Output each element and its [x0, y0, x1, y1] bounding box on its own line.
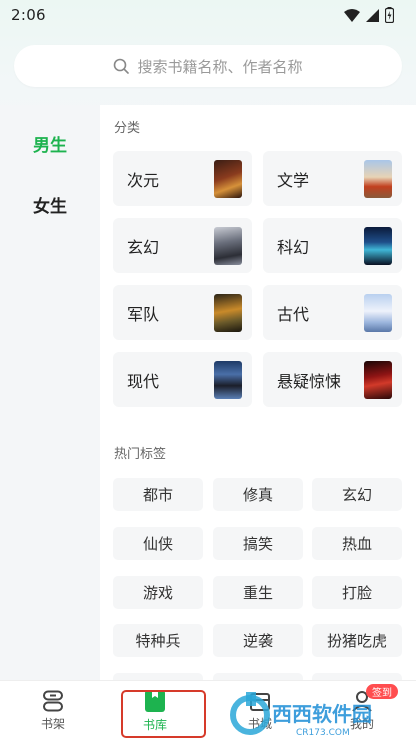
- sidebar-item-female[interactable]: 女生: [0, 184, 100, 224]
- tag-item[interactable]: 热血: [312, 527, 402, 560]
- tag-item[interactable]: 都市: [113, 478, 203, 511]
- search-icon: [114, 58, 130, 74]
- status-time: 2:06: [11, 6, 46, 24]
- book-cover-image: [214, 159, 242, 198]
- book-cover-image: [214, 360, 242, 399]
- category-card-jundui[interactable]: 军队: [113, 285, 252, 340]
- category-card-xiandai[interactable]: 现代: [113, 352, 252, 407]
- category-label: 科幻: [277, 237, 310, 257]
- book-cover-image: [214, 226, 242, 265]
- status-icons: [344, 7, 394, 23]
- book-cover-image: [364, 159, 392, 198]
- category-label: 玄幻: [127, 237, 160, 257]
- checkin-badge[interactable]: 签到: [366, 684, 398, 699]
- category-content: 分类 次元 文学 玄幻 科幻 军队 古代 现代 悬疑惊悚 热门标签 都市 修真 …: [100, 105, 416, 680]
- category-card-wenxue[interactable]: 文学: [263, 151, 402, 206]
- category-card-gudai[interactable]: 古代: [263, 285, 402, 340]
- category-card-ciyuan[interactable]: 次元: [113, 151, 252, 206]
- categories-title: 分类: [114, 121, 141, 136]
- store-icon: [250, 693, 270, 711]
- tag-item-partial[interactable]: [213, 673, 303, 680]
- signal-icon: [366, 8, 379, 22]
- tag-item-partial[interactable]: [312, 673, 402, 680]
- bottom-nav: 书架 书库 书城 我的: [0, 680, 416, 740]
- tag-item[interactable]: 打脸: [312, 576, 402, 609]
- tag-item[interactable]: 搞笑: [213, 527, 303, 560]
- category-label: 古代: [277, 304, 310, 324]
- tag-item[interactable]: 游戏: [113, 576, 203, 609]
- search-bar[interactable]: 搜索书籍名称、作者名称: [14, 45, 402, 87]
- category-label: 悬疑惊悚: [277, 371, 342, 391]
- book-cover-image: [364, 226, 392, 265]
- nav-bookshelf[interactable]: 书架: [13, 681, 93, 740]
- status-bar: 2:06: [0, 0, 416, 30]
- tag-item[interactable]: 扮猪吃虎: [312, 624, 402, 657]
- nav-label: 书架: [40, 717, 65, 731]
- category-label: 军队: [127, 304, 160, 324]
- category-card-xuanhuan[interactable]: 玄幻: [113, 218, 252, 273]
- category-label: 次元: [127, 170, 160, 190]
- tag-item[interactable]: 修真: [213, 478, 303, 511]
- nav-label: 书城: [247, 717, 272, 731]
- tag-item[interactable]: 特种兵: [113, 624, 203, 657]
- tag-item[interactable]: 仙侠: [113, 527, 203, 560]
- nav-label: 我的: [349, 717, 374, 731]
- library-highlight-box: [121, 690, 206, 738]
- gender-sidebar: 男生 女生: [0, 105, 100, 680]
- hot-tags-title: 热门标签: [114, 447, 167, 462]
- nav-store[interactable]: 书城: [220, 681, 300, 740]
- category-label: 文学: [277, 170, 310, 190]
- sidebar-item-male[interactable]: 男生: [0, 123, 100, 163]
- tag-item[interactable]: 逆袭: [213, 624, 303, 657]
- book-cover-image: [364, 360, 392, 399]
- category-label: 现代: [127, 371, 160, 391]
- category-card-kehuan[interactable]: 科幻: [263, 218, 402, 273]
- book-cover-image: [364, 293, 392, 332]
- bookshelf-icon: [43, 690, 63, 712]
- category-card-xuanyi[interactable]: 悬疑惊悚: [263, 352, 402, 407]
- book-cover-image: [214, 293, 242, 332]
- tag-item[interactable]: 玄幻: [312, 478, 402, 511]
- tag-item-partial[interactable]: [113, 673, 203, 680]
- search-placeholder: 搜索书籍名称、作者名称: [137, 57, 303, 76]
- tag-item[interactable]: 重生: [213, 576, 303, 609]
- battery-icon: [385, 7, 394, 23]
- wifi-icon: [344, 8, 360, 22]
